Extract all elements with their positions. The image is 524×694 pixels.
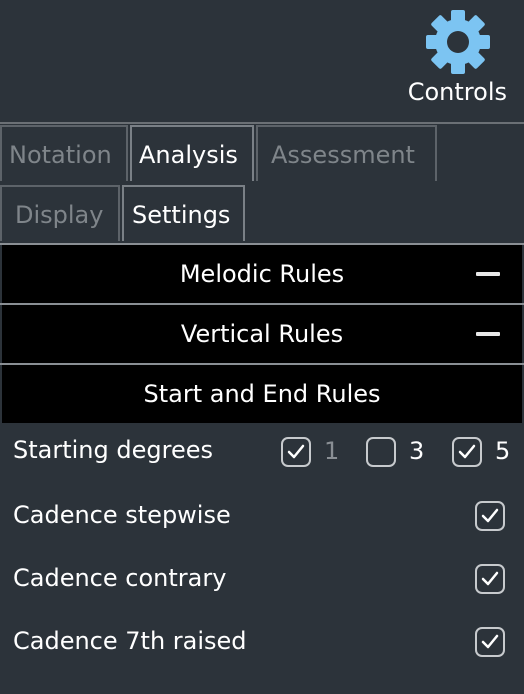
check-icon bbox=[458, 444, 476, 459]
section-melodic-rules[interactable]: Melodic Rules bbox=[2, 245, 522, 303]
rule-cadence-contrary-label: Cadence contrary bbox=[13, 564, 227, 592]
check-icon bbox=[481, 634, 499, 649]
controls-header: Controls bbox=[0, 0, 524, 122]
tab-display[interactable]: Display bbox=[0, 185, 120, 241]
tab-assessment[interactable]: Assessment bbox=[256, 125, 437, 181]
check-icon bbox=[481, 508, 499, 523]
section-title: Vertical Rules bbox=[180, 320, 344, 348]
header-divider bbox=[0, 122, 524, 124]
controls-label[interactable]: Controls bbox=[408, 78, 507, 106]
rule-cadence-stepwise-label: Cadence stepwise bbox=[13, 501, 231, 529]
rule-cadence-7th-raised-label: Cadence 7th raised bbox=[13, 627, 247, 655]
degree-1-checkbox[interactable] bbox=[281, 437, 311, 467]
tab-analysis[interactable]: Analysis bbox=[130, 125, 254, 181]
cadence-stepwise-checkbox[interactable] bbox=[475, 501, 505, 531]
cadence-7th-raised-checkbox[interactable] bbox=[475, 627, 505, 657]
gear-icon[interactable] bbox=[425, 9, 491, 75]
section-start-end-rules[interactable]: Start and End Rules bbox=[2, 365, 522, 423]
minus-icon[interactable] bbox=[476, 272, 500, 276]
degree-1-label: 1 bbox=[324, 437, 340, 465]
section-vertical-rules[interactable]: Vertical Rules bbox=[2, 305, 522, 363]
section-title: Melodic Rules bbox=[179, 260, 345, 288]
degree-5-label: 5 bbox=[495, 437, 511, 465]
degree-5-checkbox[interactable] bbox=[452, 437, 482, 467]
cadence-contrary-checkbox[interactable] bbox=[475, 564, 505, 594]
tab-notation[interactable]: Notation bbox=[0, 125, 128, 181]
degree-3-checkbox[interactable] bbox=[366, 437, 396, 467]
tab-settings[interactable]: Settings bbox=[122, 185, 245, 241]
degree-3-label: 3 bbox=[409, 437, 425, 465]
check-icon bbox=[287, 444, 305, 459]
starting-degrees-label: Starting degrees bbox=[13, 436, 213, 464]
check-icon bbox=[481, 571, 499, 586]
section-title: Start and End Rules bbox=[143, 380, 381, 408]
minus-icon[interactable] bbox=[476, 332, 500, 336]
